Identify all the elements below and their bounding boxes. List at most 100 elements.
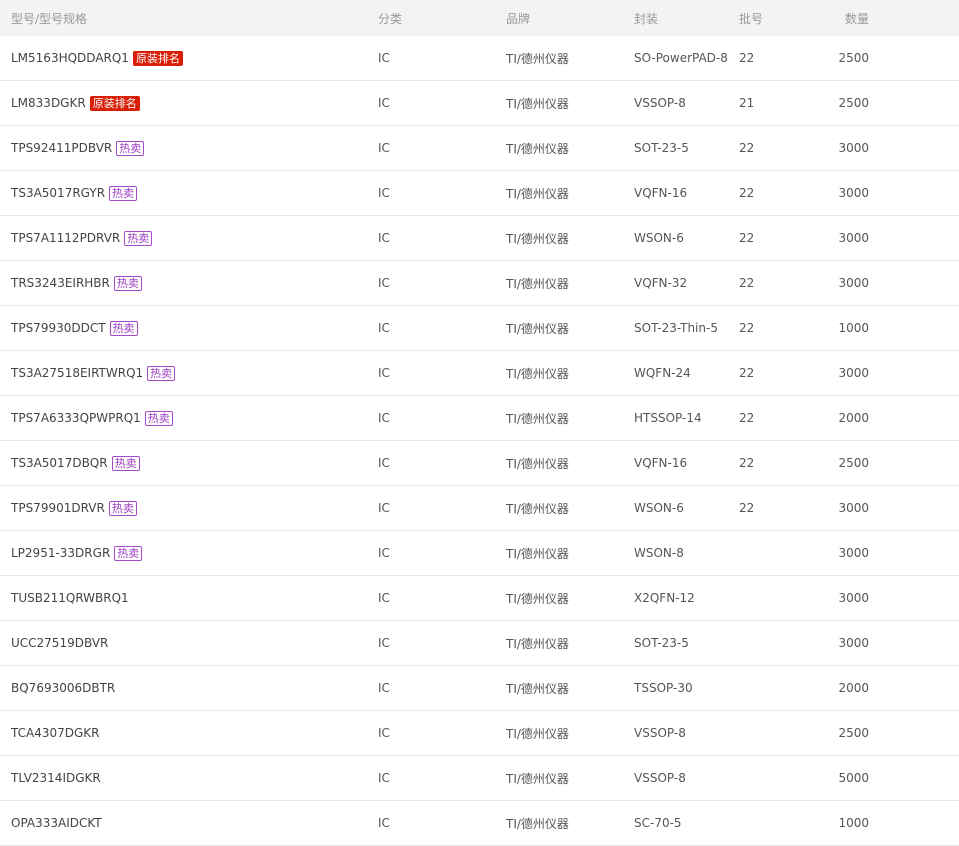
brand-cell: TI/德州仪器 xyxy=(506,456,569,471)
table-row[interactable]: TPS7A6333QPWPRQ1 热卖 IC TI/德州仪器 HTSSOP-14 22 20… xyxy=(0,396,959,441)
quantity-cell: 2000 xyxy=(838,681,869,695)
header-category: 分类 xyxy=(378,11,403,26)
quantity-cell: 2500 xyxy=(838,456,869,470)
package-cell: WSON-6 xyxy=(634,501,684,515)
package-cell: X2QFN-12 xyxy=(634,591,695,605)
category-cell: IC xyxy=(378,726,390,740)
table-row[interactable]: TPS79901DRVR 热卖 IC TI/德州仪器 WSON-6 22 3000 xyxy=(0,486,959,531)
quantity-cell: 3000 xyxy=(838,186,869,200)
table-row[interactable]: TS3A27518EIRTWRQ1 热卖 IC TI/德州仪器 WQFN-24 22 300… xyxy=(0,351,959,396)
hot-sale-badge: 热卖 xyxy=(144,410,173,426)
model-cell[interactable]: LP2951-33DRGR 热卖 xyxy=(11,531,143,575)
category-cell: IC xyxy=(378,321,390,335)
model-cell[interactable]: TUSB211QRWBRQ1 xyxy=(11,576,129,620)
quantity-cell: 3000 xyxy=(838,366,869,380)
quantity-cell: 3000 xyxy=(838,276,869,290)
brand-cell: TI/德州仪器 xyxy=(506,186,569,201)
model-cell[interactable]: OPA333AIDCKT xyxy=(11,801,102,845)
category-cell: IC xyxy=(378,546,390,560)
table-row[interactable]: LM5163HQDDARQ1 原装排名 IC TI/德州仪器 SO-PowerPAD-8… xyxy=(0,36,959,81)
table-row[interactable]: TUSB211QRWBRQ1 IC TI/德州仪器 X2QFN-12 3000 xyxy=(0,576,959,621)
model-number-link[interactable]: TUSB211QRWBRQ1 xyxy=(11,591,129,605)
batch-cell: 22 xyxy=(739,186,755,200)
model-cell[interactable]: TLV2314IDGKR xyxy=(11,756,101,800)
batch-cell: 22 xyxy=(739,321,755,335)
model-number-link[interactable]: TPS79930DDCT xyxy=(11,321,106,335)
brand-cell: TI/德州仪器 xyxy=(506,501,569,516)
hot-sale-badge: 热卖 xyxy=(108,500,137,516)
original-rank-badge: 原装排名 xyxy=(89,95,140,111)
quantity-cell: 3000 xyxy=(838,231,869,245)
quantity-cell: 3000 xyxy=(838,546,869,560)
table-row[interactable]: LM833DGKR 原装排名 IC TI/德州仪器 VSSOP-8 21 2500 xyxy=(0,81,959,126)
model-cell[interactable]: TPS79901DRVR 热卖 xyxy=(11,486,137,530)
table-row[interactable]: TS3A5017DBQR 热卖 IC TI/德州仪器 VQFN-16 22 2500 xyxy=(0,441,959,486)
model-number-link[interactable]: TCA4307DGKR xyxy=(11,726,100,740)
package-cell: VQFN-16 xyxy=(634,456,688,470)
table-row[interactable]: UCC27519DBVR IC TI/德州仪器 SOT-23-5 3000 xyxy=(0,621,959,666)
model-cell[interactable]: BQ7693006DBTR xyxy=(11,666,115,710)
model-number-link[interactable]: TPS7A6333QPWPRQ1 xyxy=(11,411,141,425)
model-cell[interactable]: LM5163HQDDARQ1 原装排名 xyxy=(11,36,183,80)
category-cell: IC xyxy=(378,681,390,695)
model-cell[interactable]: TS3A5017DBQR 热卖 xyxy=(11,441,140,485)
model-number-link[interactable]: OPA333AIDCKT xyxy=(11,816,102,830)
table-row[interactable]: TPS7A1112PDRVR 热卖 IC TI/德州仪器 WSON-6 22 3000 xyxy=(0,216,959,261)
table-row[interactable]: BQ7693006DBTR IC TI/德州仪器 TSSOP-30 2000 xyxy=(0,666,959,711)
batch-cell: 22 xyxy=(739,276,755,290)
model-cell[interactable]: TPS7A1112PDRVR 热卖 xyxy=(11,216,153,260)
package-cell: HTSSOP-14 xyxy=(634,411,702,425)
brand-cell: TI/德州仪器 xyxy=(506,321,569,336)
model-cell[interactable]: TS3A5017RGYR 热卖 xyxy=(11,171,138,215)
package-cell: WQFN-24 xyxy=(634,366,691,380)
table-row[interactable]: TRS3243EIRHBR 热卖 IC TI/德州仪器 VQFN-32 22 3000 xyxy=(0,261,959,306)
table-row[interactable]: TPS92411PDBVR 热卖 IC TI/德州仪器 SOT-23-5 22 3000 xyxy=(0,126,959,171)
model-number-link[interactable]: BQ7693006DBTR xyxy=(11,681,115,695)
table-row[interactable]: TCA4307DGKR IC TI/德州仪器 VSSOP-8 2500 xyxy=(0,711,959,756)
original-rank-badge: 原装排名 xyxy=(132,50,183,66)
model-number-link[interactable]: TLV2314IDGKR xyxy=(11,771,101,785)
model-number-link[interactable]: LM5163HQDDARQ1 xyxy=(11,51,129,65)
category-cell: IC xyxy=(378,366,390,380)
model-number-link[interactable]: UCC27519DBVR xyxy=(11,636,108,650)
model-cell[interactable]: TPS79930DDCT 热卖 xyxy=(11,306,138,350)
table-row[interactable]: TPS79930DDCT 热卖 IC TI/德州仪器 SOT-23-Thin-5 22 10… xyxy=(0,306,959,351)
model-cell[interactable]: LM833DGKR 原装排名 xyxy=(11,81,140,125)
package-cell: WSON-6 xyxy=(634,231,684,245)
header-model: 型号/型号规格 xyxy=(11,11,88,26)
package-cell: SO-PowerPAD-8 xyxy=(634,51,728,65)
hot-sale-badge: 热卖 xyxy=(124,230,153,246)
model-number-link[interactable]: LM833DGKR xyxy=(11,96,86,110)
category-cell: IC xyxy=(378,816,390,830)
model-cell[interactable]: TRS3243EIRHBR 热卖 xyxy=(11,261,142,305)
model-number-link[interactable]: TS3A27518EIRTWRQ1 xyxy=(11,366,143,380)
model-number-link[interactable]: TRS3243EIRHBR xyxy=(11,276,110,290)
table-row[interactable]: TS3A5017RGYR 热卖 IC TI/德州仪器 VQFN-16 22 3000 xyxy=(0,171,959,216)
model-cell[interactable]: UCC27519DBVR xyxy=(11,621,108,665)
package-cell: VQFN-16 xyxy=(634,186,688,200)
brand-cell: TI/德州仪器 xyxy=(506,51,569,66)
brand-cell: TI/德州仪器 xyxy=(506,726,569,741)
quantity-cell: 3000 xyxy=(838,141,869,155)
model-cell[interactable]: TPS92411PDBVR 热卖 xyxy=(11,126,145,170)
model-number-link[interactable]: TS3A5017RGYR xyxy=(11,186,105,200)
model-number-link[interactable]: TS3A5017DBQR xyxy=(11,456,108,470)
table-row[interactable]: LP2951-33DRGR 热卖 IC TI/德州仪器 WSON-8 3000 xyxy=(0,531,959,576)
table-row[interactable]: TLV2314IDGKR IC TI/德州仪器 VSSOP-8 5000 xyxy=(0,756,959,801)
batch-cell: 22 xyxy=(739,231,755,245)
model-number-link[interactable]: LP2951-33DRGR xyxy=(11,546,110,560)
model-cell[interactable]: TS3A27518EIRTWRQ1 热卖 xyxy=(11,351,176,395)
category-cell: IC xyxy=(378,501,390,515)
model-cell[interactable]: TCA4307DGKR xyxy=(11,711,100,755)
category-cell: IC xyxy=(378,771,390,785)
batch-cell: 21 xyxy=(739,96,755,110)
brand-cell: TI/德州仪器 xyxy=(506,771,569,786)
model-cell[interactable]: TPS7A6333QPWPRQ1 热卖 xyxy=(11,396,173,440)
model-number-link[interactable]: TPS92411PDBVR xyxy=(11,141,112,155)
model-number-link[interactable]: TPS79901DRVR xyxy=(11,501,105,515)
model-number-link[interactable]: TPS7A1112PDRVR xyxy=(11,231,120,245)
table-row[interactable]: OPA333AIDCKT IC TI/德州仪器 SC-70-5 1000 xyxy=(0,801,959,846)
batch-cell: 22 xyxy=(739,501,755,515)
brand-cell: TI/德州仪器 xyxy=(506,591,569,606)
package-cell: SC-70-5 xyxy=(634,816,682,830)
